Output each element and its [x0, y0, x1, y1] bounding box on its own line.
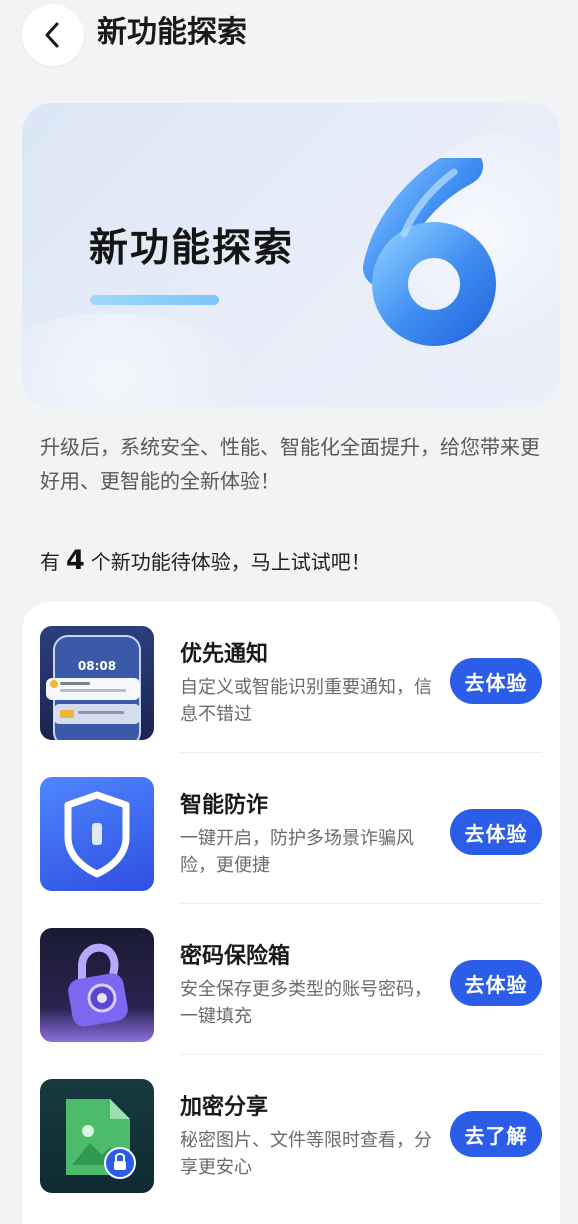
intro-text: 升级后，系统安全、性能、智能化全面提升，给您带来更好用、更智能的全新体验！: [40, 435, 540, 493]
feature-description: 秘密图片、文件等限时查看，分享更安心: [180, 1130, 432, 1178]
try-button[interactable]: 去体验: [450, 658, 542, 704]
feature-description: 安全保存更多类型的账号密码，一键填充: [180, 979, 432, 1027]
encrypted-file-icon: [66, 1099, 136, 1179]
chevron-left-icon: [45, 22, 59, 48]
priority-notification-thumbnail: 08:08: [40, 626, 154, 740]
feature-title: 加密分享: [180, 1095, 269, 1120]
list-item[interactable]: 智能防诈 一键开启，防护多场景诈骗风险，更便捷 去体验: [22, 753, 560, 904]
feature-list: 08:08 优先通知 自定义或智能识别重要通知，信息不错过 去体验 智能防诈 一…: [22, 602, 560, 1224]
padlock-icon: [68, 943, 128, 1027]
list-item[interactable]: 密码保险箱 安全保存更多类型的账号密码，一键填充 去体验: [22, 904, 560, 1055]
anti-fraud-thumbnail: [40, 777, 154, 891]
header: 新功能探索: [0, 0, 578, 70]
page-title: 新功能探索: [97, 15, 247, 50]
feature-description: 自定义或智能识别重要通知，信息不错过: [180, 677, 432, 725]
banner-title: 新功能探索: [89, 226, 295, 271]
list-item[interactable]: 08:08 优先通知 自定义或智能识别重要通知，信息不错过 去体验: [22, 602, 560, 753]
feature-description: 一键开启，防护多场景诈骗风险，更便捷: [180, 828, 414, 876]
count-prefix: 有: [40, 550, 60, 574]
password-vault-thumbnail: [40, 928, 154, 1042]
back-button[interactable]: [22, 4, 84, 66]
banner-decoration: [22, 313, 262, 407]
phone-notification-icon: 08:08: [46, 635, 141, 740]
count-suffix: 个新功能待体验，马上试试吧！: [90, 550, 371, 574]
encrypted-share-thumbnail: [40, 1079, 154, 1193]
feature-count-line: 有 4 个新功能待体验，马上试试吧！: [40, 543, 371, 580]
feature-title: 密码保险箱: [180, 944, 291, 969]
feature-title: 智能防诈: [180, 793, 269, 818]
banner-accent-bar: [90, 295, 219, 305]
list-item[interactable]: 加密分享 秘密图片、文件等限时查看，分享更安心 去了解: [22, 1055, 560, 1206]
try-button[interactable]: 去体验: [450, 809, 542, 855]
learn-more-button[interactable]: 去了解: [450, 1111, 542, 1157]
version-six-graphic: [363, 158, 496, 346]
feature-count: 4: [66, 545, 85, 576]
svg-text:08:08: 08:08: [78, 659, 116, 673]
hero-banner: 新功能探索: [22, 103, 560, 407]
feature-title: 优先通知: [180, 642, 269, 667]
shield-icon: [64, 791, 130, 878]
try-button[interactable]: 去体验: [450, 960, 542, 1006]
